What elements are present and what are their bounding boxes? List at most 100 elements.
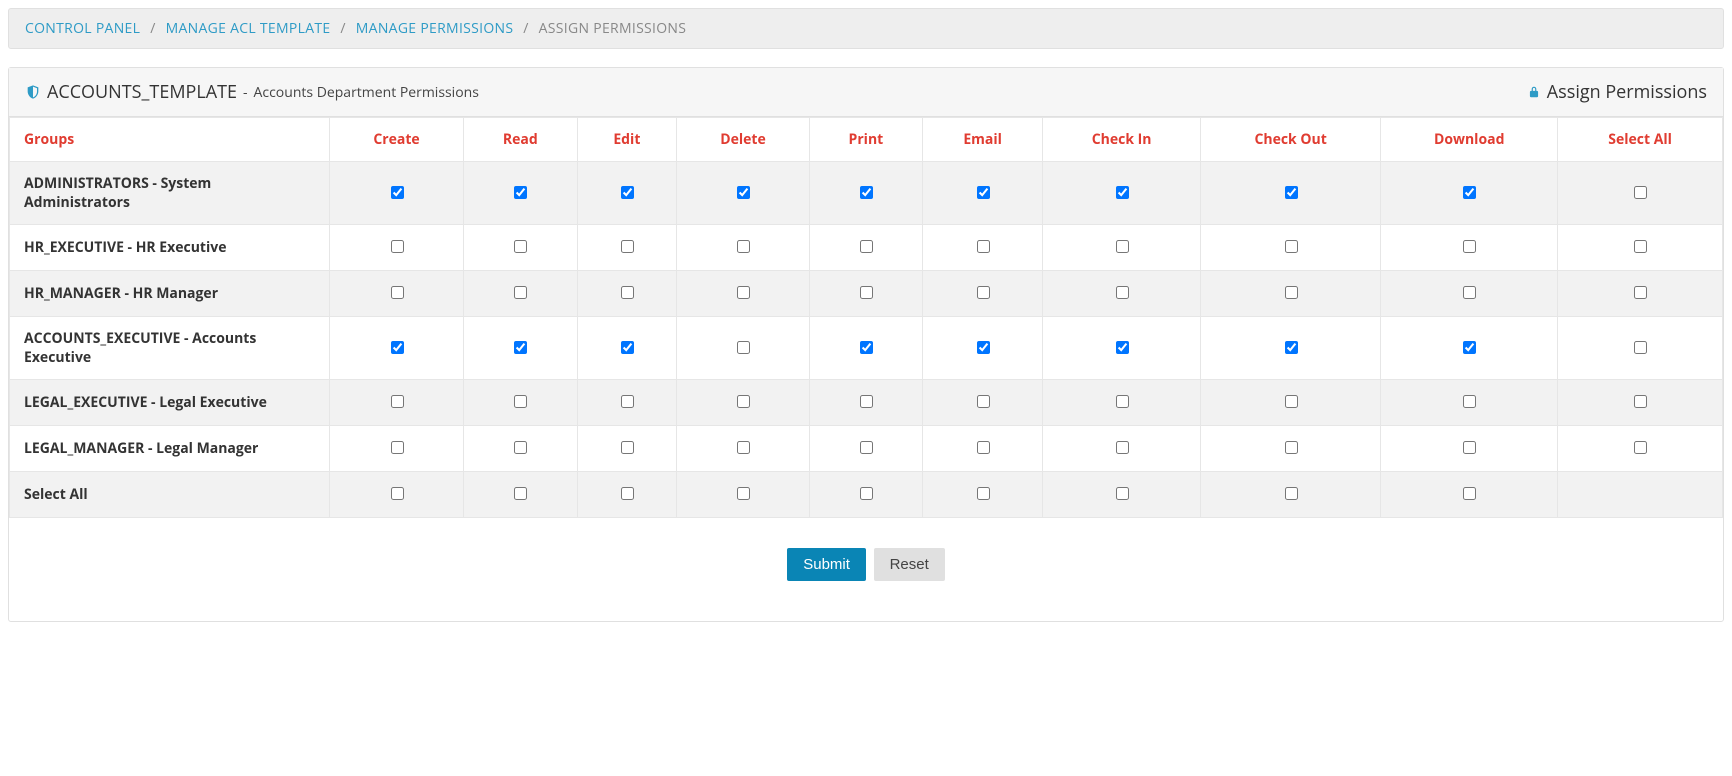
breadcrumb-separator: / bbox=[523, 19, 528, 38]
select-all-row-checkbox[interactable] bbox=[1634, 395, 1647, 408]
perm-checkbox[interactable] bbox=[1463, 395, 1476, 408]
column-header-check-in: Check In bbox=[1043, 118, 1201, 162]
select-all-column-checkbox[interactable] bbox=[1116, 487, 1129, 500]
perm-checkbox[interactable] bbox=[737, 186, 750, 199]
perm-checkbox[interactable] bbox=[1116, 186, 1129, 199]
perm-checkbox[interactable] bbox=[514, 240, 527, 253]
table-row: HR_MANAGER - HR Manager bbox=[10, 271, 1723, 317]
perm-checkbox[interactable] bbox=[1116, 395, 1129, 408]
perm-checkbox[interactable] bbox=[977, 441, 990, 454]
select-all-row-checkbox[interactable] bbox=[1634, 341, 1647, 354]
perm-cell bbox=[677, 225, 810, 271]
perm-checkbox[interactable] bbox=[977, 395, 990, 408]
perm-checkbox[interactable] bbox=[1285, 286, 1298, 299]
select-all-row-checkbox[interactable] bbox=[1634, 240, 1647, 253]
perm-checkbox[interactable] bbox=[977, 286, 990, 299]
perm-checkbox[interactable] bbox=[621, 240, 634, 253]
perm-checkbox[interactable] bbox=[1285, 441, 1298, 454]
select-all-column-checkbox[interactable] bbox=[514, 487, 527, 500]
perm-checkbox[interactable] bbox=[621, 341, 634, 354]
select-all-column-checkbox[interactable] bbox=[977, 487, 990, 500]
group-label: HR_EXECUTIVE - HR Executive bbox=[10, 225, 330, 271]
select-all-column-checkbox[interactable] bbox=[860, 487, 873, 500]
perm-checkbox[interactable] bbox=[737, 341, 750, 354]
permissions-panel: ACCOUNTS_TEMPLATE - Accounts Department … bbox=[8, 67, 1724, 622]
perm-checkbox[interactable] bbox=[737, 286, 750, 299]
perm-cell bbox=[464, 162, 578, 225]
perm-cell bbox=[809, 162, 922, 225]
perm-checkbox[interactable] bbox=[514, 286, 527, 299]
perm-checkbox[interactable] bbox=[1463, 341, 1476, 354]
perm-checkbox[interactable] bbox=[391, 441, 404, 454]
select-all-column-cell bbox=[677, 472, 810, 518]
perm-checkbox[interactable] bbox=[514, 186, 527, 199]
perm-checkbox[interactable] bbox=[1285, 395, 1298, 408]
select-all-column-checkbox[interactable] bbox=[621, 487, 634, 500]
submit-button[interactable]: Submit bbox=[787, 548, 866, 581]
perm-checkbox[interactable] bbox=[514, 395, 527, 408]
perm-cell bbox=[923, 380, 1043, 426]
perm-checkbox[interactable] bbox=[1463, 186, 1476, 199]
select-all-column-checkbox[interactable] bbox=[1285, 487, 1298, 500]
perm-checkbox[interactable] bbox=[977, 341, 990, 354]
empty-cell bbox=[1558, 472, 1723, 518]
perm-checkbox[interactable] bbox=[621, 395, 634, 408]
perm-cell bbox=[1043, 426, 1201, 472]
perm-checkbox[interactable] bbox=[391, 186, 404, 199]
perm-cell bbox=[330, 162, 464, 225]
select-all-cell bbox=[1558, 225, 1723, 271]
select-all-column-checkbox[interactable] bbox=[391, 487, 404, 500]
column-header-read: Read bbox=[464, 118, 578, 162]
perm-checkbox[interactable] bbox=[860, 286, 873, 299]
perm-checkbox[interactable] bbox=[1285, 186, 1298, 199]
select-all-row-checkbox[interactable] bbox=[1634, 286, 1647, 299]
perm-checkbox[interactable] bbox=[860, 395, 873, 408]
perm-checkbox[interactable] bbox=[1463, 286, 1476, 299]
perm-checkbox[interactable] bbox=[1116, 441, 1129, 454]
table-header-row: GroupsCreateReadEditDeletePrintEmailChec… bbox=[10, 118, 1723, 162]
perm-checkbox[interactable] bbox=[737, 441, 750, 454]
reset-button[interactable]: Reset bbox=[874, 548, 945, 581]
select-all-row-checkbox[interactable] bbox=[1634, 186, 1647, 199]
perm-checkbox[interactable] bbox=[1463, 441, 1476, 454]
shield-icon bbox=[25, 83, 41, 101]
perm-checkbox[interactable] bbox=[860, 341, 873, 354]
perm-checkbox[interactable] bbox=[860, 186, 873, 199]
perm-checkbox[interactable] bbox=[621, 186, 634, 199]
perm-checkbox[interactable] bbox=[391, 341, 404, 354]
perm-checkbox[interactable] bbox=[1285, 240, 1298, 253]
perm-checkbox[interactable] bbox=[514, 341, 527, 354]
perm-checkbox[interactable] bbox=[977, 186, 990, 199]
perm-checkbox[interactable] bbox=[1116, 286, 1129, 299]
lock-icon bbox=[1527, 84, 1541, 100]
perm-cell bbox=[809, 271, 922, 317]
perm-checkbox[interactable] bbox=[1463, 240, 1476, 253]
perm-cell bbox=[1201, 225, 1381, 271]
column-header-check-out: Check Out bbox=[1201, 118, 1381, 162]
perm-checkbox[interactable] bbox=[621, 441, 634, 454]
perm-checkbox[interactable] bbox=[391, 395, 404, 408]
perm-checkbox[interactable] bbox=[737, 240, 750, 253]
perm-checkbox[interactable] bbox=[860, 441, 873, 454]
perm-checkbox[interactable] bbox=[1285, 341, 1298, 354]
perm-cell bbox=[330, 317, 464, 380]
breadcrumb-link-control-panel[interactable]: CONTROL PANEL bbox=[25, 19, 140, 38]
perm-checkbox[interactable] bbox=[391, 286, 404, 299]
perm-checkbox[interactable] bbox=[977, 240, 990, 253]
perm-checkbox[interactable] bbox=[737, 395, 750, 408]
select-all-row-checkbox[interactable] bbox=[1634, 441, 1647, 454]
breadcrumb-link-manage-acl-template[interactable]: MANAGE ACL TEMPLATE bbox=[166, 19, 331, 38]
perm-checkbox[interactable] bbox=[1116, 341, 1129, 354]
perm-checkbox[interactable] bbox=[514, 441, 527, 454]
perm-checkbox[interactable] bbox=[1116, 240, 1129, 253]
group-label: HR_MANAGER - HR Manager bbox=[10, 271, 330, 317]
perm-checkbox[interactable] bbox=[391, 240, 404, 253]
panel-title-right: Assign Permissions bbox=[1547, 80, 1707, 104]
select-all-column-cell bbox=[464, 472, 578, 518]
perm-cell bbox=[809, 380, 922, 426]
select-all-column-checkbox[interactable] bbox=[737, 487, 750, 500]
breadcrumb-link-manage-permissions[interactable]: MANAGE PERMISSIONS bbox=[356, 19, 514, 38]
select-all-column-checkbox[interactable] bbox=[1463, 487, 1476, 500]
perm-checkbox[interactable] bbox=[860, 240, 873, 253]
perm-checkbox[interactable] bbox=[621, 286, 634, 299]
